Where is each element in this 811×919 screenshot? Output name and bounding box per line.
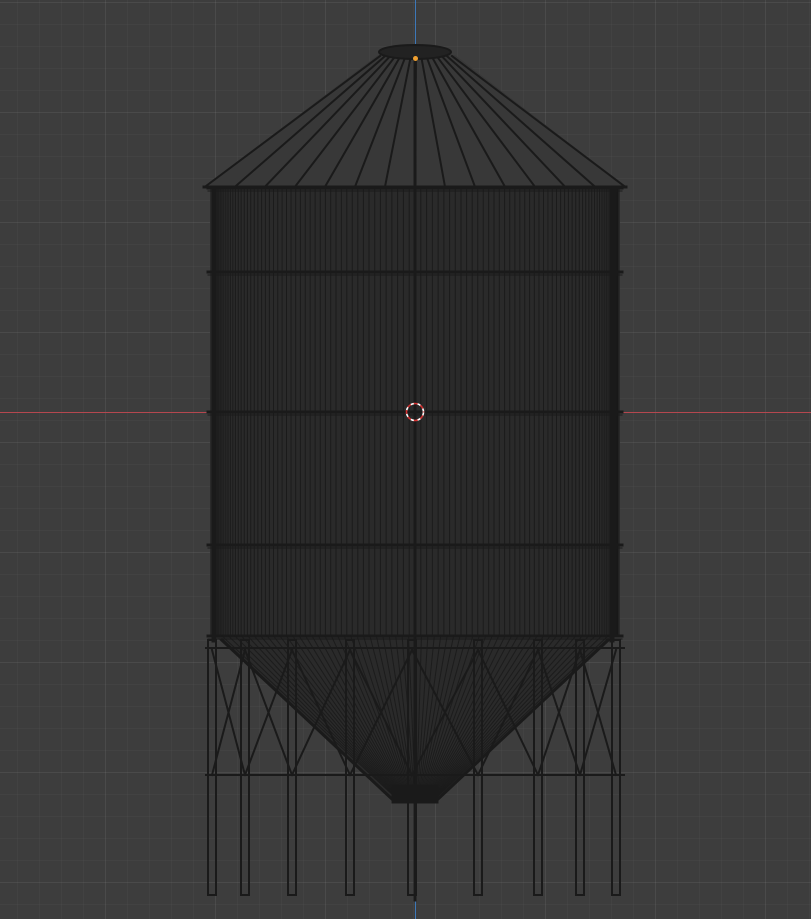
- silo-wireframe-model[interactable]: [0, 0, 811, 919]
- roof-rib: [413, 54, 418, 188]
- 3d-viewport[interactable]: [0, 0, 811, 919]
- 3d-cursor-icon[interactable]: [405, 402, 425, 422]
- object-origin-dot: [413, 56, 418, 61]
